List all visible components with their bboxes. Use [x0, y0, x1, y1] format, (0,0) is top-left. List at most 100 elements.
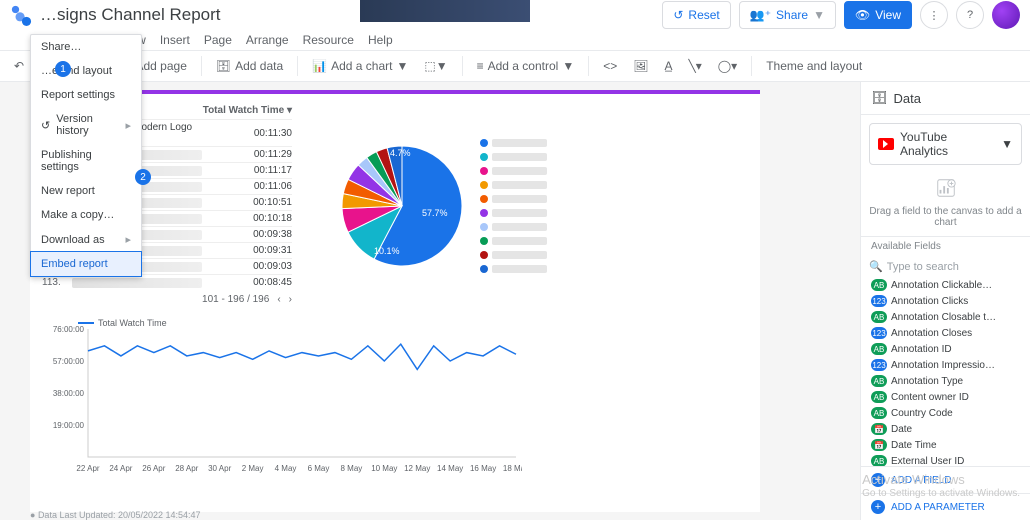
add-data-button[interactable]: 🗄Add data	[210, 53, 289, 79]
data-icon: 🗄	[871, 90, 888, 106]
community-viz-button[interactable]: ⬚▼	[418, 53, 453, 79]
menu-arrange[interactable]: Arrange	[246, 33, 289, 47]
svg-text:24 Apr: 24 Apr	[109, 464, 132, 473]
file-menu-item[interactable]: …e and layout	[31, 59, 141, 83]
header-banner	[360, 0, 530, 22]
data-panel: 🗄 Data YouTube Analytics ▼ Drag a field t…	[860, 82, 1030, 520]
field-item[interactable]: 📅Date	[861, 421, 1030, 437]
svg-text:57.7%: 57.7%	[422, 208, 448, 218]
legend-item	[480, 237, 547, 245]
add-chart-button[interactable]: 📊Add a chart▼	[306, 53, 414, 79]
svg-text:4 May: 4 May	[275, 464, 297, 473]
svg-text:22 Apr: 22 Apr	[76, 464, 99, 473]
field-item[interactable]: ABCountry Code	[861, 405, 1030, 421]
share-button[interactable]: 👥⁺Share▼	[739, 1, 836, 29]
svg-text:26 Apr: 26 Apr	[142, 464, 165, 473]
file-menu-item[interactable]: Share…	[31, 35, 141, 59]
help-button[interactable]: ?	[956, 1, 984, 29]
menu-bar: File Editing View Insert Page Arrange Re…	[0, 30, 1030, 50]
more-options-button[interactable]: ⋮	[920, 1, 948, 29]
file-menu-item[interactable]: ↺Version history▸	[31, 107, 141, 143]
svg-text:12 May: 12 May	[404, 464, 430, 473]
field-item[interactable]: ABAnnotation ID	[861, 341, 1030, 357]
table-pager[interactable]: 101 - 196 / 196 ‹ ›	[42, 290, 292, 309]
youtube-icon	[878, 138, 894, 150]
file-menu-item[interactable]: Report settings	[31, 83, 141, 107]
svg-text:18 May: 18 May	[503, 464, 522, 473]
file-menu-item[interactable]: Make a copy…	[31, 203, 141, 227]
submenu-chevron-icon: ▸	[125, 233, 131, 246]
legend-item	[480, 251, 547, 259]
svg-text:57:00:00: 57:00:00	[53, 357, 85, 366]
svg-text:14 May: 14 May	[437, 464, 463, 473]
svg-text:10.1%: 10.1%	[374, 246, 400, 256]
svg-text:Total Watch Time: Total Watch Time	[98, 318, 167, 328]
search-icon: 🔍	[869, 260, 883, 273]
add-chart-icon	[935, 177, 957, 199]
image-button[interactable]: 🖼	[627, 53, 654, 79]
data-panel-title: Data	[894, 91, 921, 106]
line-chart[interactable]: 76:00:00 57:00:00 38:00:00 19:00:00 22 Apr 24…	[42, 315, 522, 475]
field-item[interactable]: ABAnnotation Type	[861, 373, 1030, 389]
chevron-down-icon: ▼	[1001, 137, 1013, 151]
step-badge-2: 2	[135, 169, 151, 185]
legend-item	[480, 195, 547, 203]
theme-layout-button[interactable]: Theme and layout	[760, 53, 868, 79]
text-button[interactable]: A̲	[658, 53, 678, 79]
svg-text:16 May: 16 May	[470, 464, 496, 473]
field-item[interactable]: 123Annotation Impressio…	[861, 357, 1030, 373]
col-metric[interactable]: Total Watch Time ▾	[202, 105, 292, 116]
toolbar: ↶ ↷ ▭ ＋Add page 🗄Add data 📊Add a chart▼ …	[0, 50, 1030, 82]
legend-item	[480, 167, 547, 175]
drop-hint: Drag a field to the canvas to add a char…	[869, 177, 1022, 228]
step-badge-1: 1	[55, 61, 71, 77]
file-menu-dropdown: 1 2 Share……e and layoutReport settings↺V…	[30, 34, 142, 277]
field-item[interactable]: ABAnnotation Closable t…	[861, 309, 1030, 325]
legend-item	[480, 265, 547, 273]
svg-text:19:00:00: 19:00:00	[53, 421, 85, 430]
menu-help[interactable]: Help	[368, 33, 393, 47]
history-icon: ↺	[41, 119, 50, 132]
shape-button[interactable]: ◯▾	[712, 53, 743, 79]
svg-text:30 Apr: 30 Apr	[208, 464, 231, 473]
pager-prev-icon[interactable]: ‹	[277, 294, 280, 305]
menu-insert[interactable]: Insert	[160, 33, 190, 47]
pager-next-icon[interactable]: ›	[289, 294, 292, 305]
pie-chart[interactable]: 57.7%10.1%4.7%	[332, 136, 472, 276]
field-item[interactable]: 123Annotation Closes	[861, 325, 1030, 341]
legend-item	[480, 209, 547, 217]
file-menu-item[interactable]: Download as▸	[31, 227, 141, 252]
svg-text:8 May: 8 May	[340, 464, 362, 473]
reset-button[interactable]: ↺Reset	[662, 1, 730, 29]
view-button[interactable]: 👁View	[844, 1, 912, 29]
field-item[interactable]: ABAnnotation Clickable…	[861, 277, 1030, 293]
field-item[interactable]: ABContent owner ID	[861, 389, 1030, 405]
field-item[interactable]: 📅Date Time	[861, 437, 1030, 453]
legend-item	[480, 223, 547, 231]
field-item[interactable]: ABExternal User ID	[861, 453, 1030, 466]
line-button[interactable]: ╲▾	[682, 53, 707, 79]
embed-url-button[interactable]: <>	[597, 53, 623, 79]
svg-text:28 Apr: 28 Apr	[175, 464, 198, 473]
field-item[interactable]: 123Annotation Clicks	[861, 293, 1030, 309]
legend-item	[480, 139, 547, 147]
menu-page[interactable]: Page	[204, 33, 232, 47]
data-source-select[interactable]: YouTube Analytics ▼	[869, 123, 1022, 165]
account-avatar[interactable]	[992, 1, 1020, 29]
windows-watermark: Activate Windows Go to Settings to activ…	[862, 472, 1020, 500]
pie-legend	[480, 139, 547, 273]
menu-resource[interactable]: Resource	[303, 33, 354, 47]
data-updated-footer: ● Data Last Updated: 20/05/2022 14:54:47	[30, 510, 201, 520]
report-title[interactable]: …signs Channel Report	[40, 5, 220, 25]
svg-text:6 May: 6 May	[308, 464, 330, 473]
undo-button[interactable]: ↶	[8, 53, 30, 79]
field-search[interactable]: 🔍 Type to search	[869, 260, 1022, 273]
svg-text:38:00:00: 38:00:00	[53, 389, 85, 398]
available-fields-header: Available Fields	[861, 236, 1030, 256]
file-menu-item[interactable]: New report	[31, 179, 141, 203]
add-control-button[interactable]: ≡Add a control▼	[471, 53, 581, 79]
svg-text:76:00:00: 76:00:00	[53, 325, 85, 334]
file-menu-item[interactable]: Embed report	[31, 252, 141, 276]
submenu-chevron-icon: ▸	[125, 119, 131, 132]
file-menu-item[interactable]: Publishing settings	[31, 143, 141, 179]
